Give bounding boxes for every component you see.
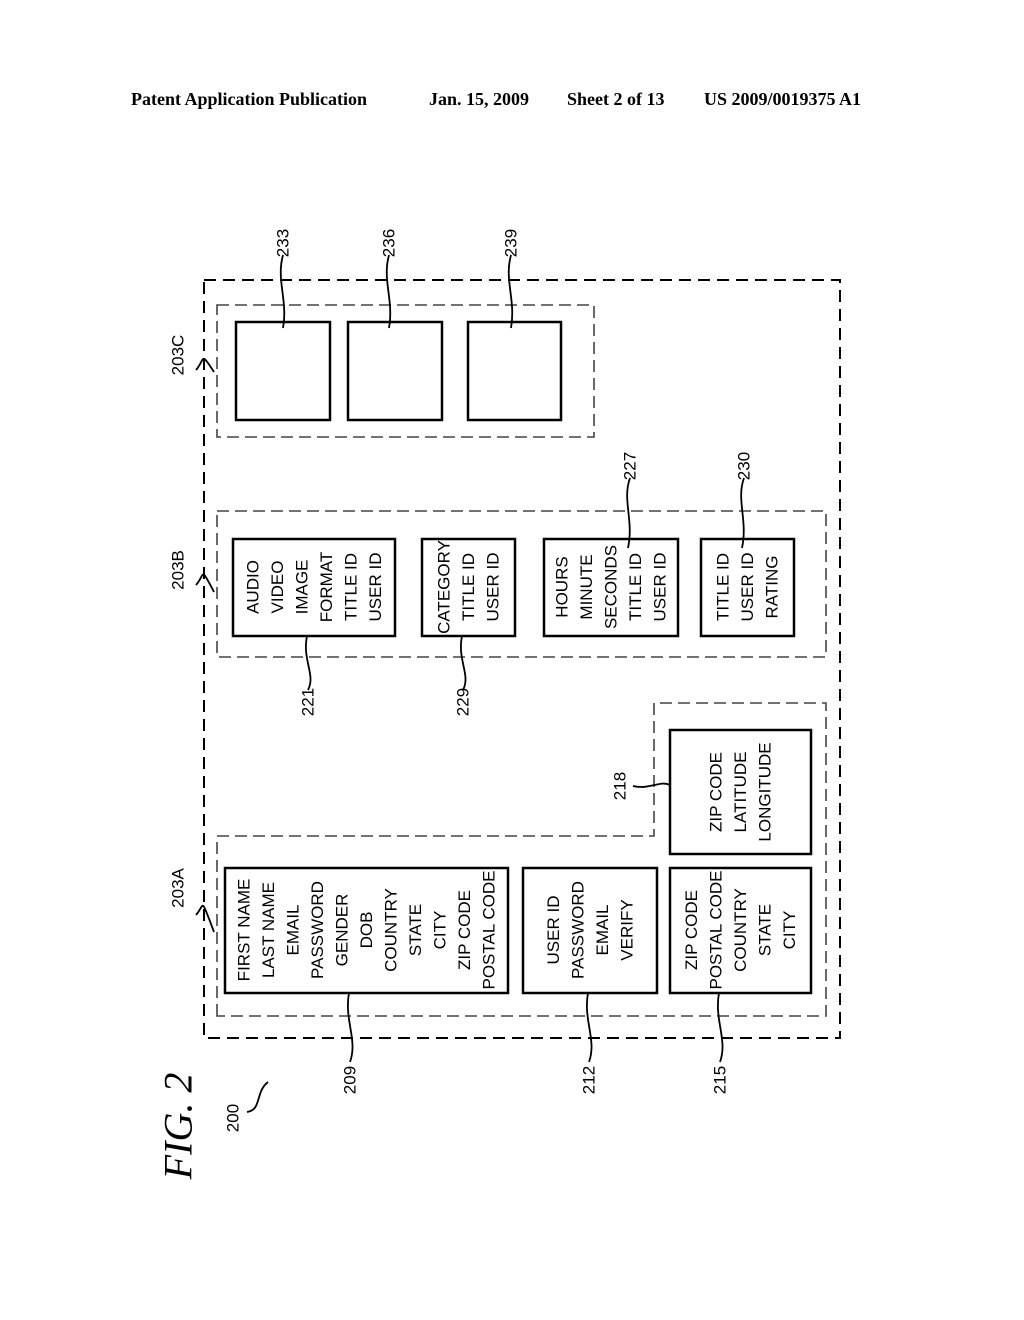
box-line: TITLE ID <box>714 553 733 621</box>
ref-numeral-236: 236 <box>380 229 399 257</box>
ref-numeral-233: 233 <box>274 229 293 257</box>
box-line: USER ID <box>738 553 757 622</box>
group-label-203c: 203C <box>169 335 188 376</box>
box-line: IMAGE <box>292 560 311 615</box>
box-line: TITLE ID <box>459 553 478 621</box>
ref-numeral-227: 227 <box>621 452 640 480</box>
box-line: PASSWORD <box>568 881 587 979</box>
figure-label: FIG. 2 <box>156 1073 201 1181</box>
box-line: COUNTRY <box>382 888 401 972</box>
box-line: AUDIO <box>243 560 262 614</box>
box-line: HOURS <box>553 556 572 617</box>
box-line: CITY <box>431 911 450 950</box>
figure-diagram: FIRST NAME LAST NAME EMAIL PASSWORD GENDER DO… <box>156 229 841 1181</box>
box-line: TITLE ID <box>626 553 645 621</box>
box-line: POSTAL CODE <box>480 870 499 989</box>
group-label-203a: 203A <box>169 867 188 907</box>
box-line: VERIFY <box>617 899 636 960</box>
box-line: ZIP CODE <box>455 890 474 970</box>
box-line: DOB <box>357 912 376 949</box>
box-line: EMAIL <box>593 904 612 955</box>
leader-233 <box>279 254 286 329</box>
box-line: LATITUDE <box>731 752 750 833</box>
box-line: COUNTRY <box>731 888 750 972</box>
box-line: STATE <box>756 904 775 956</box>
box-line: POSTAL CODE <box>707 870 726 989</box>
leader-218 <box>632 782 671 788</box>
figure-ref-200: 200 <box>224 1104 243 1132</box>
ref-numeral-209: 209 <box>341 1066 360 1094</box>
box-line: USER ID <box>484 553 503 622</box>
box-233 <box>234 320 332 422</box>
leader-215 <box>717 992 724 1063</box>
box-line: SECONDS <box>602 545 621 629</box>
box-line: USER ID <box>651 553 670 622</box>
ref-numeral-212: 212 <box>580 1066 599 1094</box>
box-line: LAST NAME <box>259 882 278 978</box>
box-line: GENDER <box>333 894 352 967</box>
box-line: STATE <box>406 904 425 956</box>
box-line: RATING <box>763 556 782 619</box>
ref-numeral-218: 218 <box>611 772 630 800</box>
group-label-203b: 203B <box>169 550 188 590</box>
box-236 <box>346 320 444 422</box>
box-line: USER ID <box>366 553 385 622</box>
ref-numeral-239: 239 <box>502 229 521 257</box>
box-line: ZIP CODE <box>682 890 701 970</box>
box-line: TITLE ID <box>341 553 360 621</box>
ref-numeral-221: 221 <box>299 688 318 716</box>
box-line: PASSWORD <box>308 881 327 979</box>
ref-numeral-230: 230 <box>735 452 754 480</box>
box-239 <box>466 320 563 422</box>
leader-227 <box>626 477 631 549</box>
arrow-200 <box>246 1081 269 1113</box>
box-line: VIDEO <box>268 561 287 614</box>
leader-236 <box>385 254 392 329</box>
box-line: FIRST NAME <box>235 879 254 982</box>
box-line: CITY <box>780 911 799 950</box>
box-line: ZIP CODE <box>707 752 726 832</box>
box-line: LONGITUDE <box>756 742 775 841</box>
ref-numeral-229: 229 <box>454 688 473 716</box>
box-line: EMAIL <box>284 904 303 955</box>
leader-212 <box>586 992 593 1063</box>
leader-229 <box>460 635 467 691</box>
leader-221 <box>305 635 312 691</box>
box-line: FORMAT <box>317 552 336 623</box>
box-line: USER ID <box>544 896 563 965</box>
box-line: MINUTE <box>577 554 596 619</box>
ref-numeral-215: 215 <box>711 1066 730 1094</box>
box-line: CATEGORY <box>435 540 454 634</box>
leader-209 <box>347 992 354 1063</box>
leader-230 <box>740 477 745 549</box>
leader-239 <box>507 254 514 329</box>
